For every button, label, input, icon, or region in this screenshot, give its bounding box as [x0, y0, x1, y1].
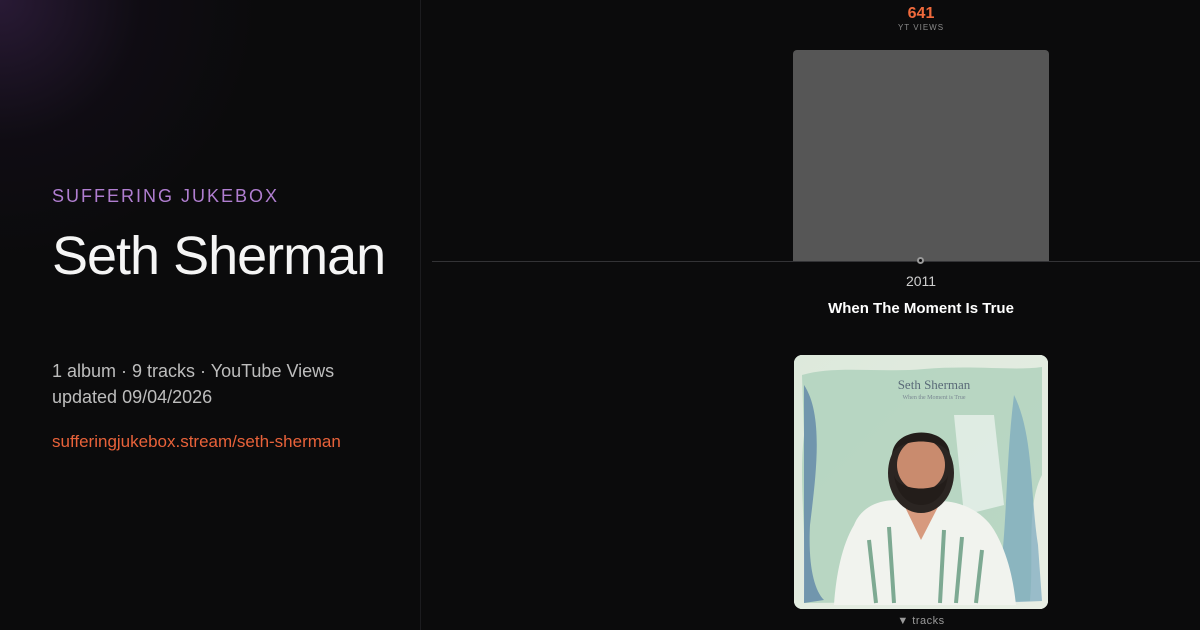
brand-label: SUFFERING JUKEBOX [52, 186, 280, 206]
tracks-toggle[interactable]: ▼ tracks [897, 615, 944, 627]
views-count: 641 [907, 5, 935, 22]
views-bar [793, 50, 1049, 261]
album-cover[interactable]: Seth Sherman When the Moment is True [794, 355, 1048, 609]
artist-info-panel: SUFFERING JUKEBOX Seth Sherman 1 album ·… [0, 0, 421, 630]
album-cover-art: Seth Sherman When the Moment is True [794, 355, 1048, 609]
artist-name: Seth Sherman [52, 226, 386, 286]
album-title: When The Moment Is True [828, 300, 1014, 317]
views-label: YT VIEWS [897, 23, 945, 32]
album-year: 2011 [905, 273, 937, 289]
artist-page-link[interactable]: sufferingjukebox.stream/seth-sherman [52, 432, 341, 452]
timeline-axis [432, 261, 1200, 262]
timeline-dot [917, 257, 924, 264]
meta-updated: updated 09/04/2026 [52, 387, 213, 407]
cover-subtitle-text: When the Moment is True [903, 395, 966, 401]
meta-summary: 1 album · 9 tracks · YouTube Views [52, 361, 335, 381]
cover-artist-text: Seth Sherman [898, 377, 971, 392]
artist-meta: 1 album · 9 tracks · YouTube Views updat… [52, 358, 412, 410]
